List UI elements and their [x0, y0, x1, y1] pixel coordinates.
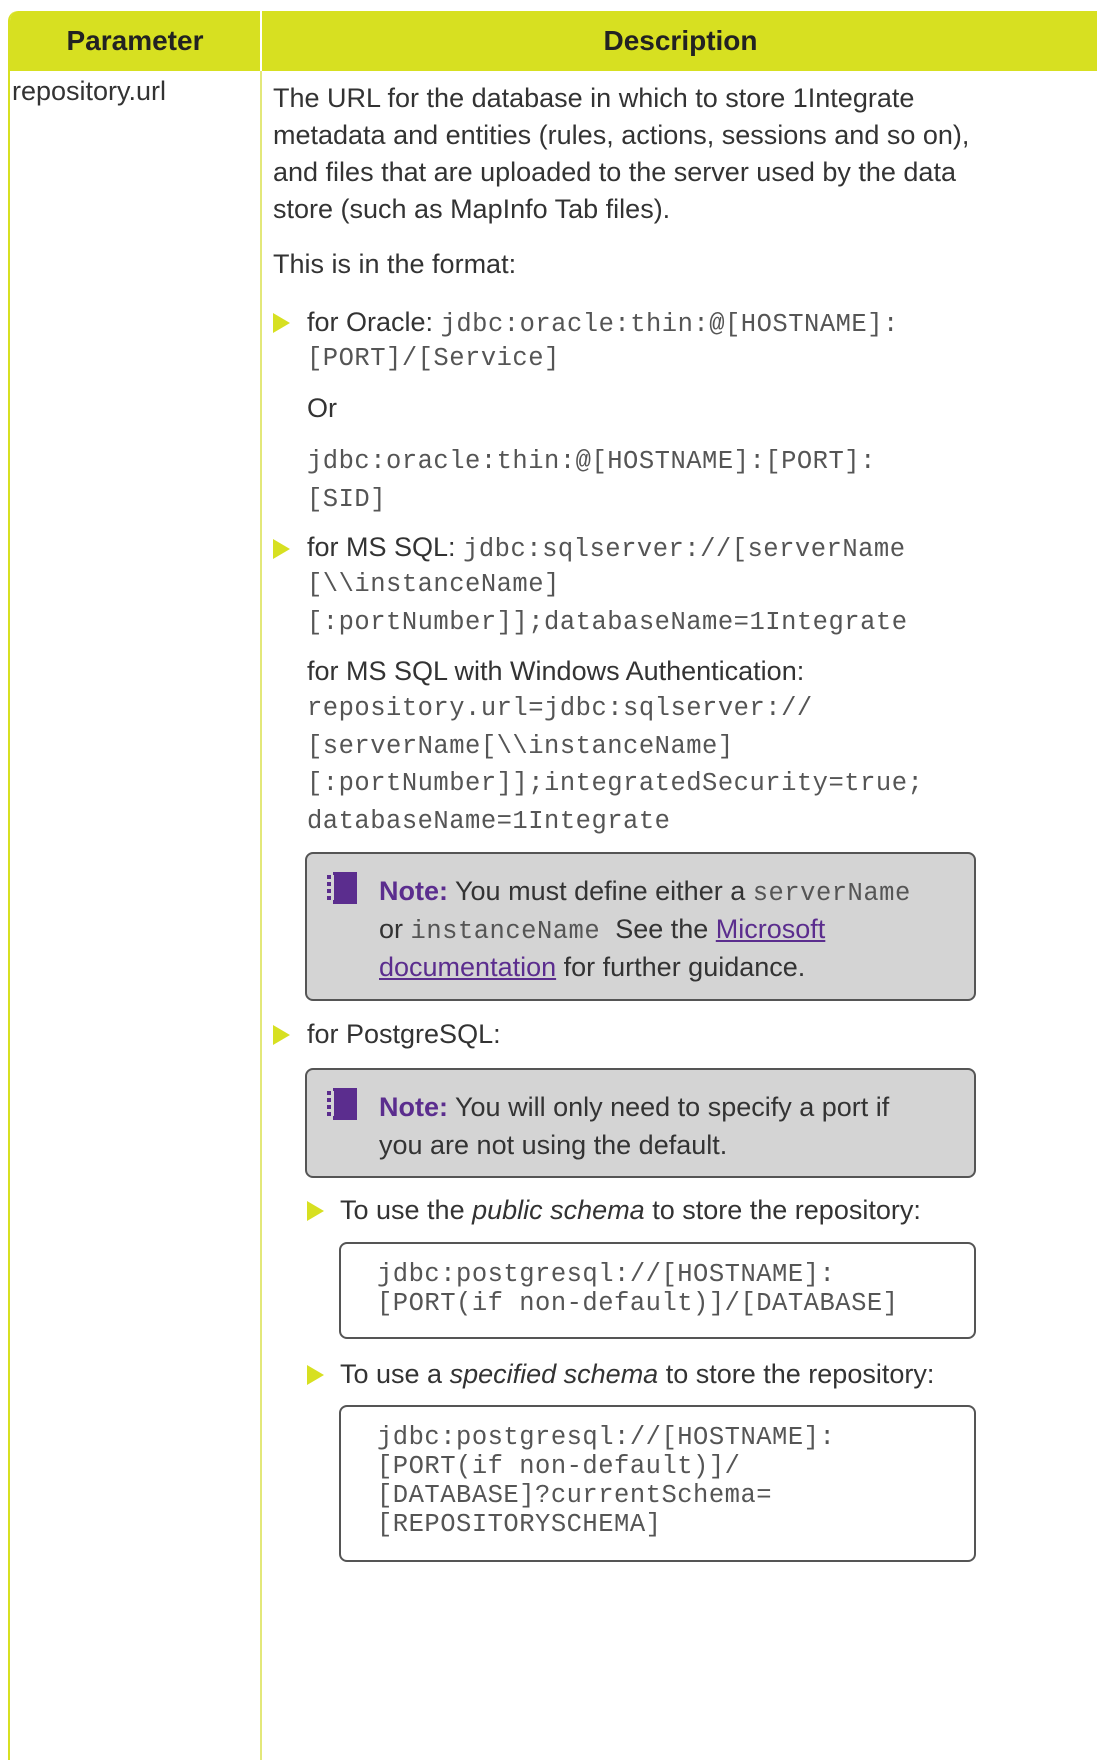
triangle-bullet-icon: [307, 1201, 324, 1221]
oracle-code-1a: jdbc:oracle:thin:@[HOSTNAME]:: [440, 310, 899, 339]
header-divider: [260, 11, 262, 71]
triangle-bullet-icon: [273, 539, 290, 559]
note-or: or: [379, 914, 404, 944]
notebook-icon: [327, 1088, 357, 1120]
note-text-2: you are not using the default.: [379, 1130, 728, 1160]
triangle-bullet-icon: [307, 1365, 324, 1385]
notebook-icon: [327, 872, 357, 904]
triangle-bullet-icon: [273, 1025, 290, 1045]
note-line-2: or instanceName See the Microsoft: [379, 910, 825, 951]
specified-schema-text: To use a specified schema to store the r…: [340, 1356, 1090, 1393]
description-intro: The URL for the database in which to sto…: [273, 80, 983, 228]
note-line-3: documentation for further guidance.: [379, 948, 805, 986]
format-text: This is in the format:: [273, 249, 517, 279]
specified-text-a: To use a: [340, 1359, 443, 1389]
header-description: Description: [603, 25, 758, 56]
specified-text-b: to store the repository:: [665, 1359, 935, 1389]
specified-schema-code: jdbc:postgresql://[HOSTNAME]: [PORT(if n…: [377, 1423, 836, 1539]
code-block: jdbc:postgresql://[HOSTNAME]: [PORT(if n…: [339, 1242, 976, 1339]
oracle-item: for Oracle: jdbc:oracle:thin:@[HOSTNAME]…: [307, 304, 1087, 343]
note-text-1: You must define either a: [455, 876, 746, 906]
note-text-2: See the: [615, 914, 709, 944]
public-schema-text: To use the public schema to store the re…: [340, 1192, 1090, 1229]
public-text-b: to store the repository:: [652, 1195, 921, 1225]
public-schema-code: jdbc:postgresql://[HOSTNAME]: [PORT(if n…: [377, 1260, 899, 1318]
mssql-code-2a: repository.url=jdbc:sqlserver://: [307, 694, 813, 723]
mssql-code-2c: [:portNumber]];integratedSecurity=true;: [307, 769, 924, 798]
mssql-item: for MS SQL: jdbc:sqlserver://[serverName: [307, 529, 1087, 568]
note-text: Note: You will only need to specify a po…: [379, 1088, 889, 1126]
oracle-code-2b: [SID]: [307, 485, 387, 514]
note-text: Note: You must define either a serverNam…: [379, 872, 911, 913]
note-label: Note:: [379, 1092, 448, 1122]
code-block: jdbc:postgresql://[HOSTNAME]: [PORT(if n…: [339, 1405, 976, 1562]
note-text-1: You will only need to specify a port if: [455, 1092, 890, 1122]
documentation-link[interactable]: documentation: [379, 952, 556, 982]
note-text-3: for further guidance.: [563, 952, 806, 982]
oracle-code-2a: jdbc:oracle:thin:@[HOSTNAME]:[PORT]:: [307, 447, 876, 476]
intro-text: The URL for the database in which to sto…: [273, 83, 970, 224]
note-code-b: instanceName: [410, 917, 601, 946]
triangle-bullet-icon: [273, 313, 290, 333]
column-divider: [260, 11, 262, 1760]
microsoft-link[interactable]: Microsoft: [716, 914, 826, 944]
postgres-label: for PostgreSQL:: [307, 1019, 501, 1049]
mssql-code-2d: databaseName=1Integrate: [307, 807, 671, 836]
mssql-code-1a: jdbc:sqlserver://[serverName: [463, 535, 906, 564]
specified-em: specified schema: [449, 1359, 659, 1389]
public-text-a: To use the: [340, 1195, 465, 1225]
oracle-code-1b: [PORT]/[Service]: [307, 344, 560, 373]
oracle-label: for Oracle:: [307, 307, 434, 337]
parameter-name: repository.url: [12, 76, 167, 106]
mssql-code-1c: [:portNumber]];databaseName=1Integrate: [307, 608, 908, 637]
oracle-or: Or: [307, 393, 337, 423]
note-label: Note:: [379, 876, 448, 906]
header-parameter: Parameter: [66, 25, 204, 56]
mssql-win-label: for MS SQL with Windows Authentication:: [307, 656, 805, 686]
note-box: Note: You will only need to specify a po…: [305, 1068, 976, 1178]
mssql-code-2b: [serverName[\\instanceName]: [307, 732, 734, 761]
note-code-a: serverName: [752, 879, 911, 908]
table-header: Parameter Description: [10, 11, 1097, 71]
public-em: public schema: [472, 1195, 645, 1225]
mssql-code-1b: [\\instanceName]: [307, 570, 560, 599]
note-box: Note: You must define either a serverNam…: [305, 852, 976, 1001]
mssql-label: for MS SQL:: [307, 532, 456, 562]
